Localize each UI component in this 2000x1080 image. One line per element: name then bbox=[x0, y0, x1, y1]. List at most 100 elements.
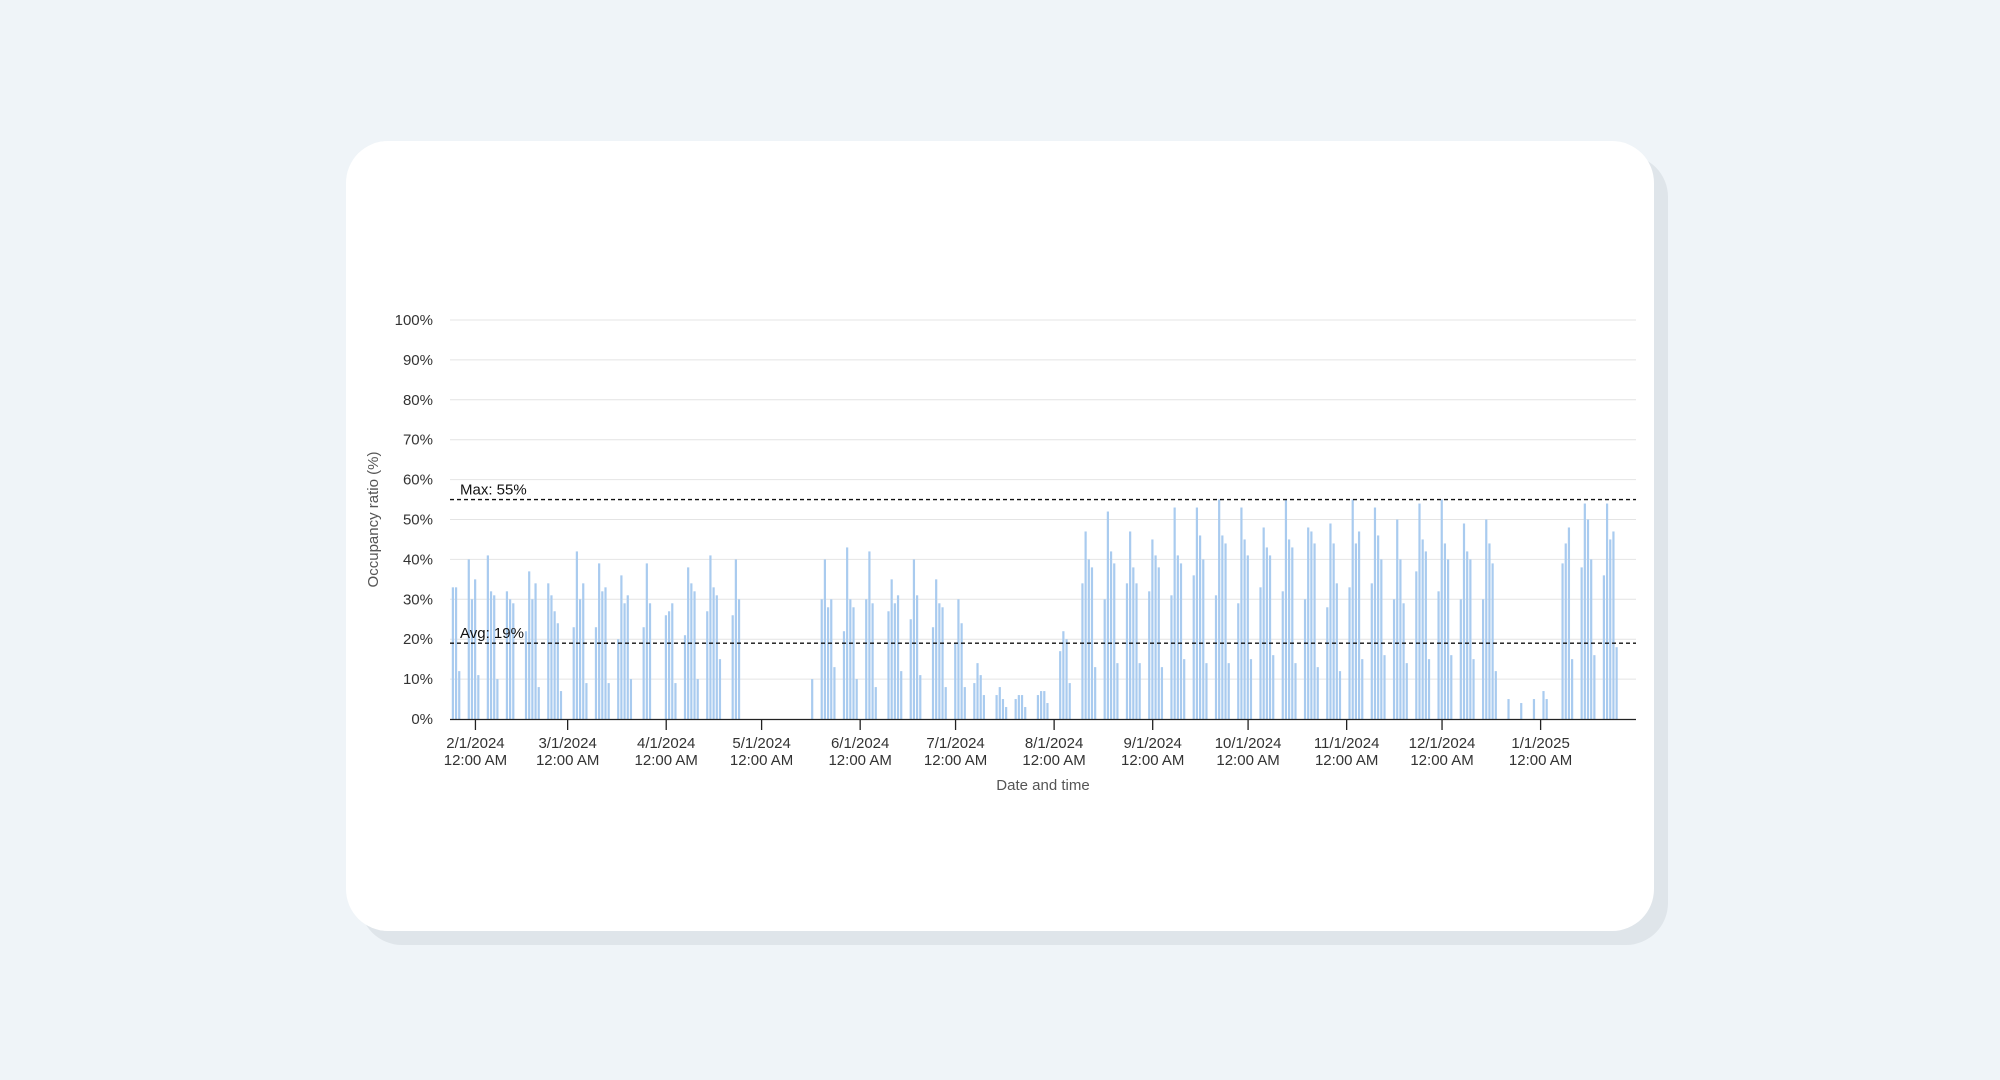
bar bbox=[916, 595, 919, 719]
bar bbox=[1583, 503, 1586, 719]
bar bbox=[1243, 539, 1246, 719]
bar bbox=[890, 579, 893, 719]
bar bbox=[1590, 559, 1593, 719]
bar bbox=[1415, 571, 1418, 719]
bar bbox=[715, 595, 718, 719]
bar bbox=[594, 627, 598, 719]
bar bbox=[912, 559, 916, 719]
bar bbox=[1405, 663, 1408, 719]
x-tick-label-date: 7/1/2024 bbox=[926, 735, 984, 752]
bar bbox=[626, 595, 629, 719]
bar bbox=[1450, 655, 1453, 719]
bar bbox=[1288, 539, 1291, 719]
bar bbox=[607, 683, 610, 719]
bar bbox=[1564, 543, 1567, 719]
y-tick-label: 100% bbox=[395, 312, 433, 329]
bar bbox=[944, 687, 947, 719]
bar bbox=[1481, 599, 1485, 719]
bar bbox=[1361, 659, 1364, 719]
bar bbox=[935, 579, 938, 719]
bar bbox=[1586, 519, 1590, 719]
bar bbox=[998, 687, 1001, 719]
bar bbox=[601, 591, 604, 719]
bar bbox=[1173, 507, 1176, 719]
bar bbox=[954, 643, 957, 719]
bar bbox=[1001, 699, 1005, 719]
bar bbox=[1195, 507, 1199, 719]
bar bbox=[900, 671, 903, 719]
bar bbox=[1221, 535, 1224, 719]
bar bbox=[1151, 539, 1154, 719]
x-axis: 2/1/202412:00 AM3/1/202412:00 AM4/1/2024… bbox=[444, 718, 1636, 769]
bar bbox=[1259, 587, 1262, 719]
bar bbox=[645, 563, 648, 719]
bar bbox=[1370, 583, 1373, 719]
bar bbox=[979, 675, 982, 719]
bar bbox=[1249, 659, 1253, 719]
bar bbox=[1094, 667, 1097, 719]
bar bbox=[582, 583, 585, 719]
bar bbox=[1316, 667, 1319, 719]
bar bbox=[648, 603, 652, 719]
bar bbox=[505, 591, 509, 719]
bar bbox=[683, 635, 687, 719]
bar bbox=[1224, 543, 1227, 719]
y-tick-label: 80% bbox=[403, 392, 433, 409]
bar bbox=[1198, 535, 1202, 719]
bar bbox=[1059, 651, 1062, 719]
bar bbox=[1427, 659, 1431, 719]
bar bbox=[1281, 591, 1284, 719]
bar bbox=[696, 679, 699, 719]
bar bbox=[1488, 543, 1491, 719]
bar bbox=[664, 615, 668, 719]
bar bbox=[553, 611, 556, 719]
bar bbox=[1036, 695, 1040, 719]
bar bbox=[1402, 603, 1405, 719]
bar bbox=[575, 551, 578, 719]
bar bbox=[1024, 707, 1027, 719]
bar bbox=[524, 631, 528, 719]
bar bbox=[1040, 691, 1043, 719]
bar bbox=[1615, 647, 1618, 719]
bar bbox=[842, 631, 846, 719]
x-tick-label-time: 12:00 AM bbox=[924, 752, 987, 769]
y-tick-label: 60% bbox=[403, 472, 433, 489]
bar bbox=[909, 619, 912, 719]
bar bbox=[1246, 555, 1249, 719]
bar bbox=[1373, 507, 1377, 719]
bar bbox=[1440, 499, 1443, 719]
bar bbox=[1313, 543, 1316, 719]
bar bbox=[1447, 559, 1450, 719]
bar bbox=[690, 583, 693, 719]
bar bbox=[1138, 663, 1141, 719]
bar bbox=[846, 547, 849, 719]
bar bbox=[1437, 591, 1440, 719]
bar bbox=[572, 627, 575, 719]
bar bbox=[1214, 595, 1218, 719]
x-tick-label-date: 3/1/2024 bbox=[538, 735, 596, 752]
bar bbox=[458, 671, 461, 719]
bar bbox=[1106, 511, 1109, 719]
bar bbox=[451, 587, 454, 719]
bar bbox=[868, 551, 871, 719]
x-tick-label-time: 12:00 AM bbox=[828, 752, 891, 769]
bar bbox=[1380, 559, 1383, 719]
bar bbox=[1081, 583, 1084, 719]
bar bbox=[489, 591, 493, 719]
bar bbox=[1571, 659, 1574, 719]
bar bbox=[1605, 503, 1609, 719]
bar bbox=[960, 623, 963, 719]
bar bbox=[1332, 543, 1335, 719]
bar bbox=[1291, 547, 1294, 719]
bar bbox=[1062, 631, 1065, 719]
bar bbox=[1520, 703, 1523, 719]
bar bbox=[1237, 603, 1240, 719]
bar bbox=[811, 679, 814, 719]
bar bbox=[1542, 691, 1545, 719]
bar bbox=[1148, 591, 1151, 719]
y-axis: 0% 10% 20% 30% 40% 50% 60% 70% 80% 90% 100% bbox=[395, 312, 433, 728]
bar bbox=[1443, 543, 1447, 719]
bar bbox=[1307, 527, 1310, 719]
bar bbox=[1532, 699, 1536, 719]
bar bbox=[598, 563, 601, 719]
